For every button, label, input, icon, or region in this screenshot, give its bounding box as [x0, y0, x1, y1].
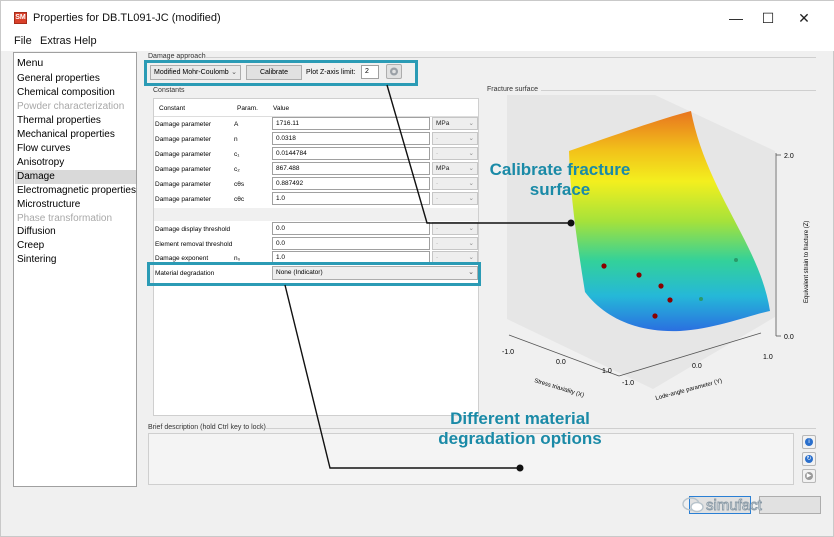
degradation-annotation: Different material degradation options: [400, 409, 640, 448]
annotation-line: Calibrate fracture: [489, 160, 631, 179]
watermark-text: simufact: [706, 497, 763, 514]
annotation-connectors: [284, 84, 575, 472]
annotation-line: degradation options: [438, 428, 602, 448]
connector-dot: [516, 464, 524, 472]
calibrate-annotation: Calibrate fracture surface: [470, 160, 650, 199]
annotation-line: Different material: [450, 409, 590, 428]
annotation-line: surface: [529, 179, 591, 199]
watermark-logo: simufact: [682, 497, 763, 514]
watermark: simufact: [680, 494, 800, 516]
connector-line: [386, 84, 571, 224]
connector-dot: [567, 219, 575, 227]
